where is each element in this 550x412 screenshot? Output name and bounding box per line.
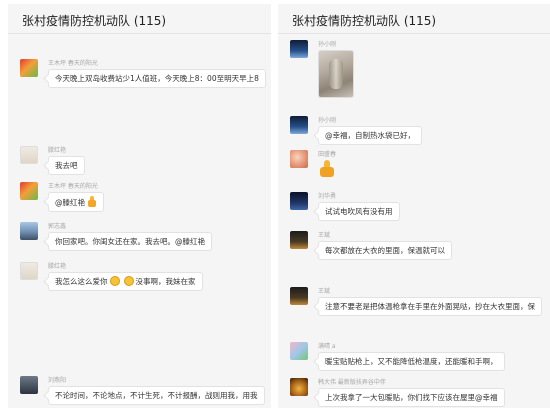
avatar[interactable] <box>290 342 308 360</box>
message-text: 今天晚上双岛收费站少1人值班，今天晚上8：00至明天早上8 <box>55 74 259 83</box>
sender-name: 韩大伟 最新版扶弄谷中伴 <box>318 379 386 386</box>
sender-name: 孙小刚 <box>318 117 337 124</box>
chat-window-right: 张村疫情防控机动队 (115) 孙小刚 孙小刚 @幸福，自制热水袋已好， 田盛春… <box>278 4 550 408</box>
message-bubble[interactable]: 我去吧 <box>48 156 85 175</box>
avatar[interactable] <box>290 116 308 134</box>
message-bubble[interactable]: 试试电吹风有没有用 <box>318 202 400 221</box>
message-bubble[interactable]: 上次我拿了一大包暖贴，你们找下应该在屋里@幸福 <box>318 388 505 407</box>
message-bubble[interactable]: 你回家吧。你闺女还在家。我去吧。@滕红艳 <box>48 232 212 251</box>
sender-name: 滕红艳 <box>48 263 67 270</box>
message-text: 没事啊，我妹在家 <box>135 277 196 286</box>
avatar[interactable] <box>20 262 38 280</box>
avatar[interactable] <box>20 59 38 77</box>
message-text: 暖宝贴贴枪上，又不能降低枪温度，还能暖和手啊， <box>325 357 498 366</box>
smile-emoji-icon <box>109 276 120 286</box>
avatar[interactable] <box>290 231 308 249</box>
sender-name: 王木坪 春天的阳光 <box>48 183 98 190</box>
message-text: 我去吧 <box>55 161 78 170</box>
sender-name: 孙小刚 <box>318 41 337 48</box>
sender-name: 满晴 a <box>318 343 336 350</box>
sender-name: 田盛春 <box>318 151 337 158</box>
chat-header: 张村疫情防控机动队 (115) <box>8 4 271 34</box>
message-bubble[interactable]: 注意不要老是把体温枪拿在手里在外面晃哒，抄在大衣里面，保 <box>318 297 542 316</box>
message-bubble[interactable]: 今天晚上双岛收费站少1人值班，今天晚上8：00至明天早上8 <box>48 69 266 88</box>
thumbs-up-sticker-icon[interactable] <box>318 160 336 178</box>
avatar[interactable] <box>20 182 38 200</box>
sender-name: 刘燕阳 <box>48 377 67 384</box>
message-text: 不论时间，不论地点，不计生死，不计报酬，战则用我，用我 <box>55 391 258 400</box>
message-bubble[interactable]: 每次都放在大衣的里面，保温就可以 <box>318 241 452 260</box>
message-bubble[interactable]: 不论时间，不论地点，不计生死，不计报酬，战则用我，用我 <box>48 386 265 405</box>
message-bubble[interactable]: 我怎么这么爱你 没事啊，我妹在家 <box>48 272 203 291</box>
sender-name: 王斌 <box>318 232 331 239</box>
message-text: @滕红艳 <box>55 198 85 207</box>
message-text: 注意不要老是把体温枪拿在手里在外面晃哒，抄在大衣里面，保 <box>325 302 535 311</box>
avatar[interactable] <box>20 376 38 394</box>
sender-name: 王木坪 春天的阳光 <box>48 60 98 67</box>
sender-name: 刘华勇 <box>318 193 337 200</box>
chat-title: 张村疫情防控机动队 (115) <box>292 14 437 28</box>
thumbs-up-icon <box>87 196 97 207</box>
message-bubble[interactable]: 暖宝贴贴枪上，又不能降低枪温度，还能暖和手啊， <box>318 352 505 371</box>
avatar[interactable] <box>290 150 308 168</box>
message-text: 每次都放在大衣的里面，保温就可以 <box>325 246 445 255</box>
chat-title: 张村疫情防控机动队 (115) <box>22 14 167 28</box>
sender-name: 郭志鑫 <box>48 223 67 230</box>
avatar[interactable] <box>290 192 308 210</box>
chat-header: 张村疫情防控机动队 (115) <box>278 4 550 34</box>
message-text: 你回家吧。你闺女还在家。我去吧。@滕红艳 <box>55 237 205 246</box>
sender-name: 滕红艳 <box>48 147 67 154</box>
avatar[interactable] <box>290 40 308 58</box>
message-bubble[interactable]: @滕红艳 <box>48 192 104 212</box>
smile-emoji-icon <box>123 276 134 286</box>
avatar[interactable] <box>290 378 308 396</box>
sender-name: 王斌 <box>318 288 331 295</box>
photo-message[interactable] <box>318 50 354 98</box>
avatar[interactable] <box>20 146 38 164</box>
message-text: @幸福，自制热水袋已好， <box>325 131 415 140</box>
message-bubble[interactable]: @幸福，自制热水袋已好， <box>318 126 422 145</box>
message-text: 上次我拿了一大包暖贴，你们找下应该在屋里@幸福 <box>325 393 498 402</box>
chat-window-left: 张村疫情防控机动队 (115) 王木坪 春天的阳光 今天晚上双岛收费站少1人值班… <box>8 4 271 408</box>
message-text: 试试电吹风有没有用 <box>325 207 393 216</box>
avatar[interactable] <box>290 287 308 305</box>
avatar[interactable] <box>20 222 38 240</box>
message-text: 我怎么这么爱你 <box>55 277 108 286</box>
